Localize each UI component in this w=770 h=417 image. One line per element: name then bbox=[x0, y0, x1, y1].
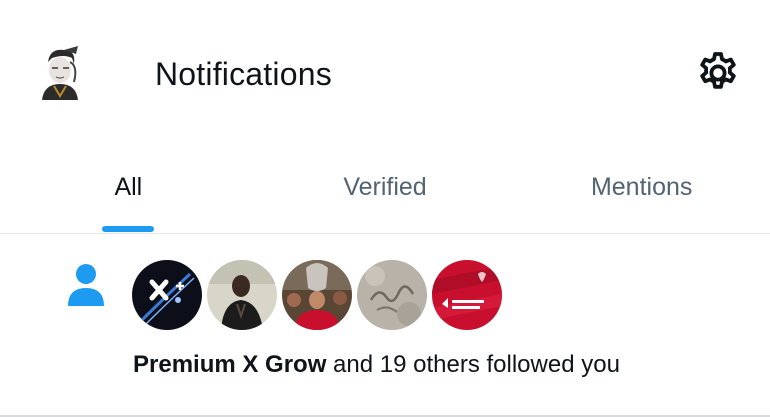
active-tab-indicator bbox=[102, 226, 154, 232]
tab-label: Verified bbox=[343, 173, 427, 201]
follower-avatar-4[interactable] bbox=[357, 260, 427, 330]
follower-name: Premium X Grow bbox=[133, 351, 327, 378]
header: Notifications bbox=[0, 0, 770, 148]
notification-message: and 19 others followed you bbox=[326, 351, 620, 378]
tab-all[interactable]: All bbox=[0, 150, 257, 234]
tab-label: All bbox=[114, 173, 143, 201]
tab-bar: All Verified Mentions bbox=[0, 150, 770, 234]
gear-icon[interactable] bbox=[694, 49, 742, 97]
profile-avatar[interactable] bbox=[34, 44, 86, 100]
tab-verified[interactable]: Verified bbox=[257, 150, 514, 234]
follower-avatar-3[interactable] bbox=[282, 260, 352, 330]
person-icon bbox=[64, 262, 108, 312]
tab-mentions[interactable]: Mentions bbox=[513, 150, 770, 234]
follower-avatar-5[interactable] bbox=[432, 260, 502, 330]
notification-item[interactable]: Premium X Grow and 19 others followed yo… bbox=[0, 234, 770, 417]
premium-x-grow-avatar[interactable] bbox=[132, 260, 202, 330]
page-title: Notifications bbox=[155, 56, 332, 92]
notification-text: Premium X Grow and 19 others followed yo… bbox=[133, 350, 620, 380]
follower-avatar-2[interactable] bbox=[207, 260, 277, 330]
tab-label: Mentions bbox=[590, 173, 693, 201]
